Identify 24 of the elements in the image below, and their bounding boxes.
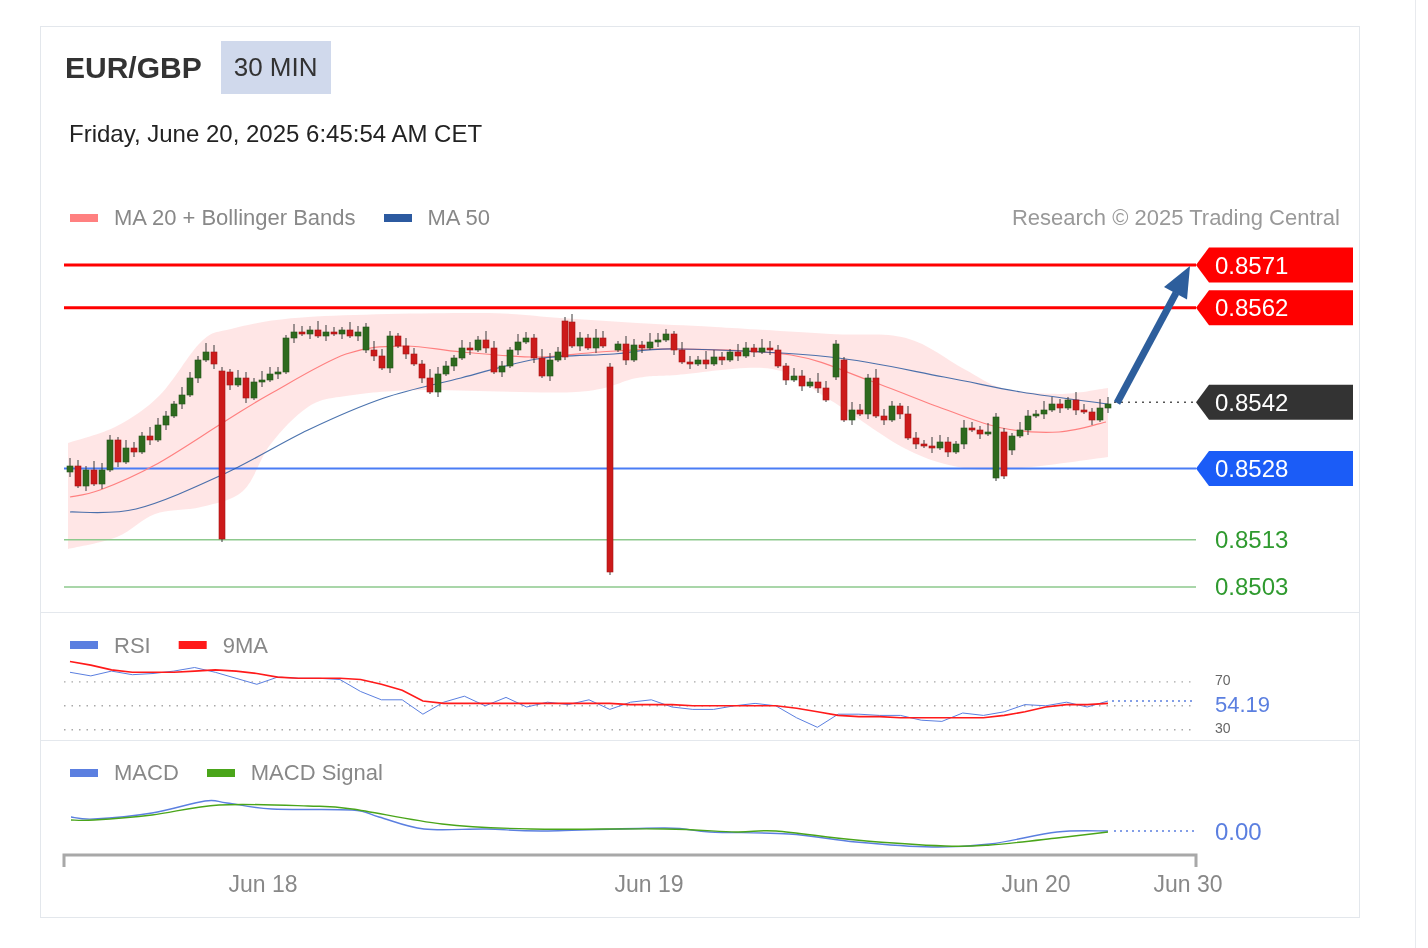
timestamp-text: Friday, June 20, 2025 6:45:54 AM CET [69,120,483,148]
credit-text: Research © 2025 Trading Central [1011,205,1340,231]
price-label: 0.8503 [1215,573,1289,601]
price-tag: 0.8571 [1196,247,1353,283]
legend-label: MACD Signal [250,760,383,786]
price-tag: 0.8528 [1196,451,1353,487]
rsi-value: 54.19 [1215,692,1271,717]
price-tag: 0.8542 [1196,384,1353,420]
legend-label: MACD [114,760,179,786]
price-label: 0.8513 [1215,526,1289,554]
axis-label: Jun 18 [228,871,298,897]
legend-label: MA 20 + Bollinger Bands [114,205,356,231]
axis-label: Jun 30 [1153,871,1223,897]
legend-label: MA 50 [427,205,490,231]
legend-label: 9MA [222,633,268,658]
price-tag: 0.8562 [1196,290,1353,326]
symbol-title: EUR/GBP [65,50,202,85]
macd-value: 0.00 [1215,817,1262,845]
axis-label: Jun 20 [1001,871,1071,897]
axis-label: Jun 19 [614,871,684,897]
axis-label: 30 [1215,720,1231,737]
axis-label: 70 [1215,672,1231,689]
timeframe-badge: 30 MIN [220,41,331,94]
legend-label: RSI [114,633,151,658]
